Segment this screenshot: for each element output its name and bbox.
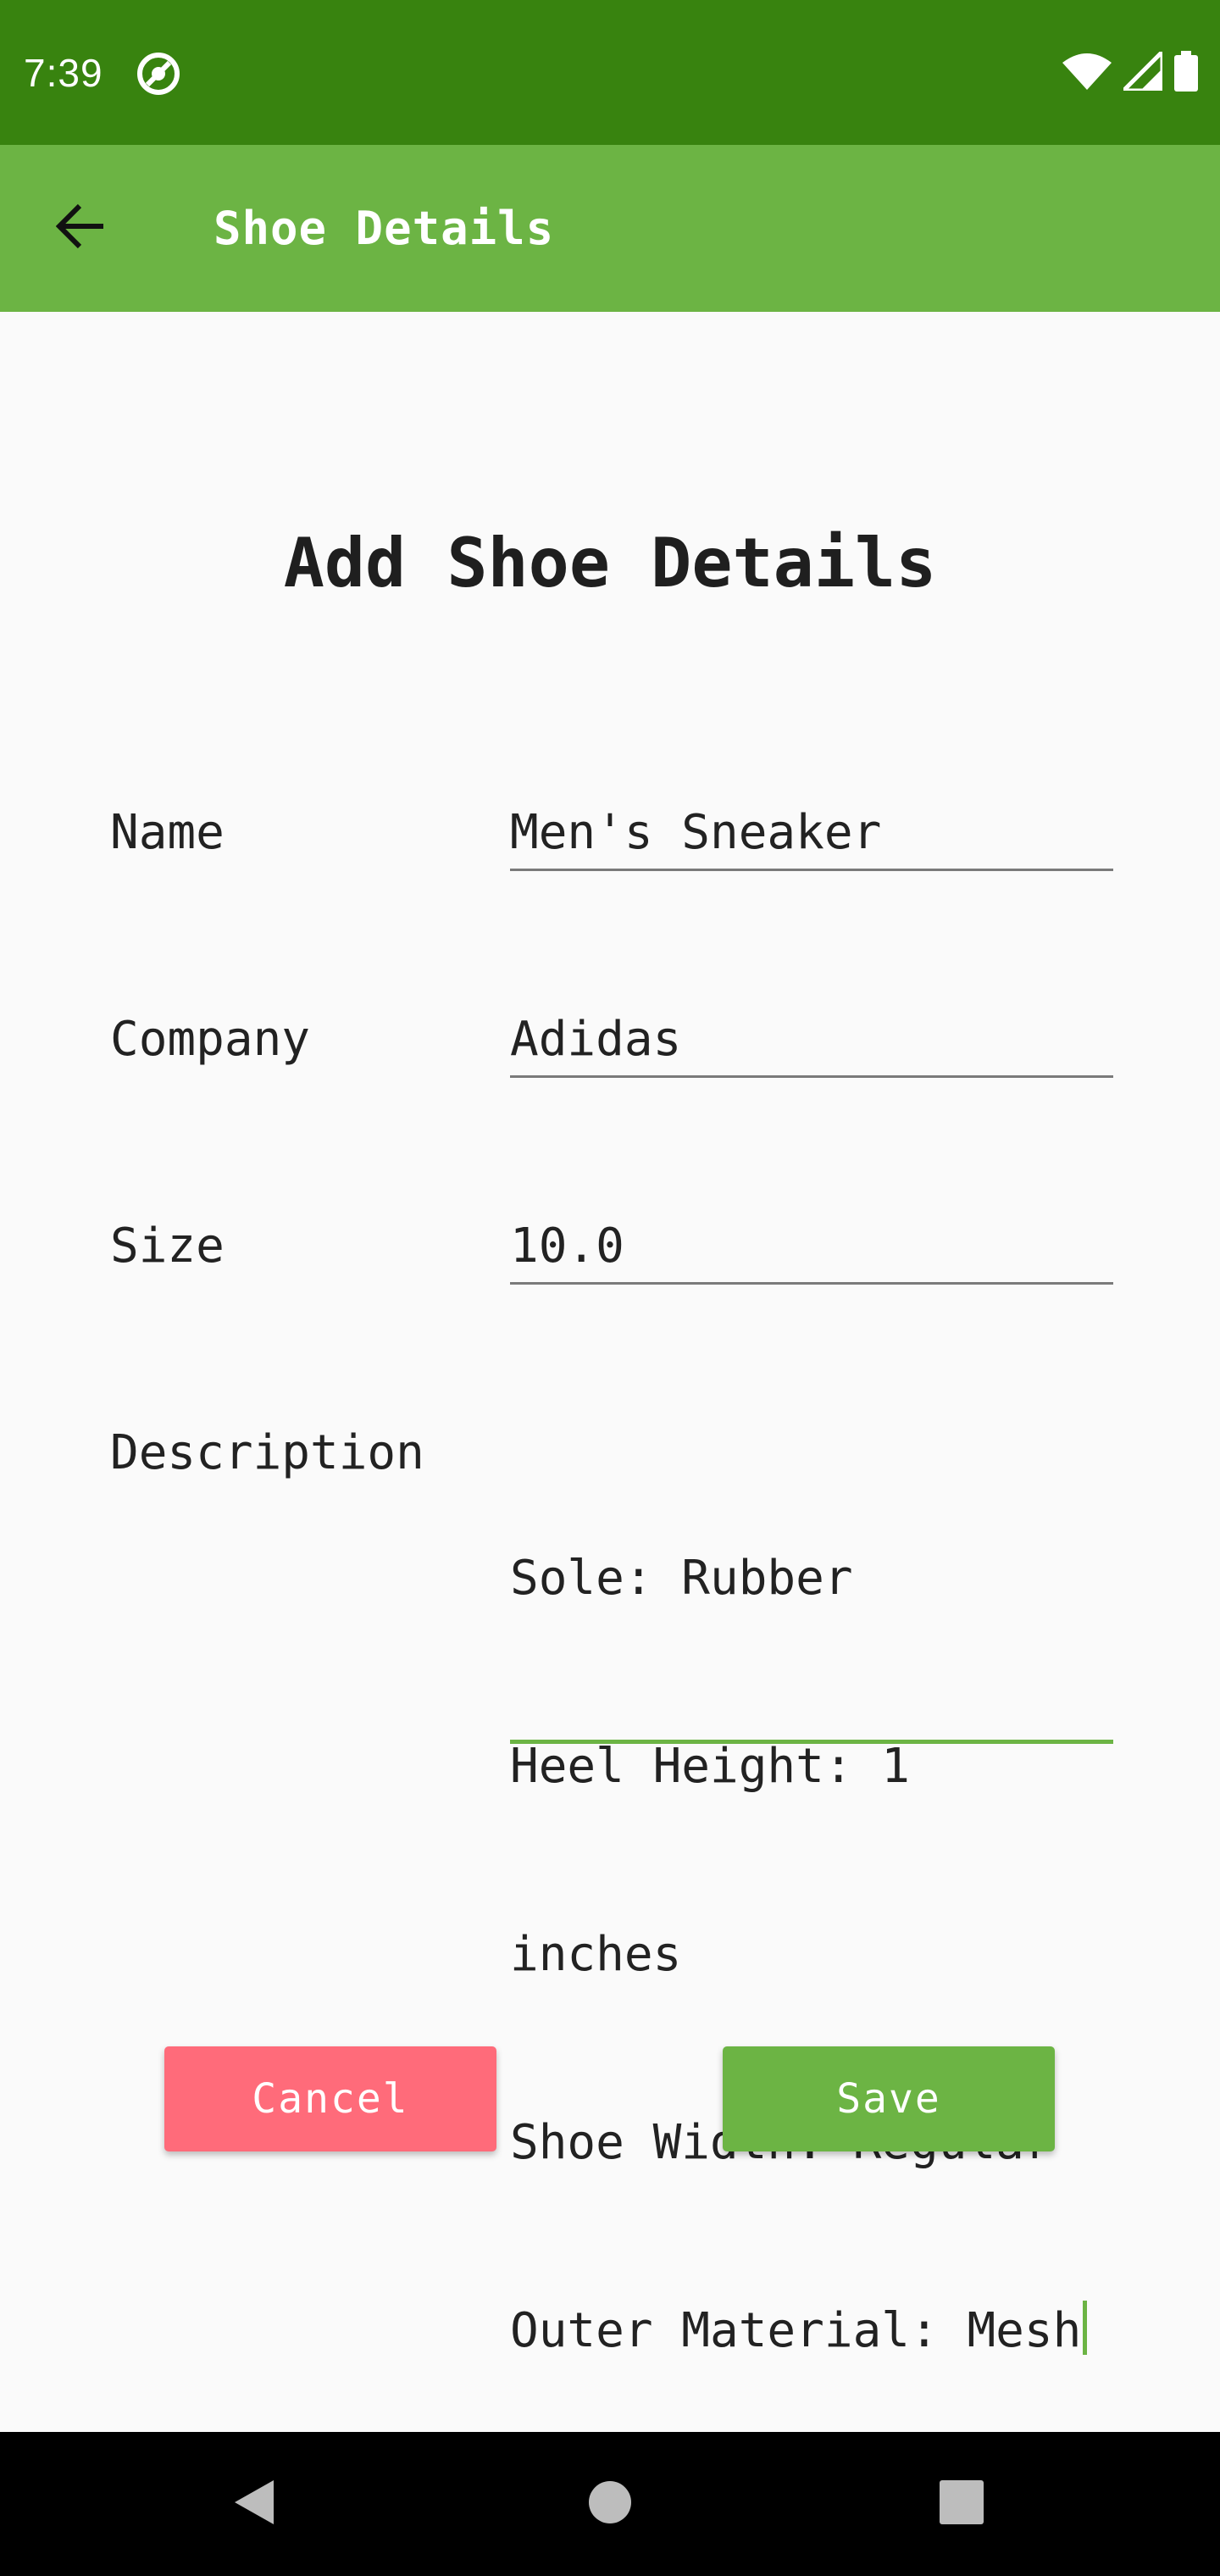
description-input-underline: [510, 1740, 1113, 1744]
nav-recents-button[interactable]: [923, 2466, 1000, 2542]
company-input[interactable]: Adidas: [510, 1008, 1113, 1071]
app-bar-title: Shoe Details: [214, 202, 555, 255]
status-time: 7:39: [24, 51, 103, 95]
size-input-underline: [510, 1282, 1113, 1285]
size-input[interactable]: 10.0: [510, 1215, 1113, 1278]
nav-back-button[interactable]: [216, 2466, 292, 2542]
description-label: Description: [110, 1425, 424, 1480]
name-input-underline: [510, 869, 1113, 871]
company-label: Company: [110, 1012, 311, 1067]
description-line: Outer Material: Mesh: [510, 2303, 1082, 2358]
text-cursor: [1083, 2301, 1088, 2355]
app-bar: Shoe Details: [0, 145, 1220, 312]
nav-home-button[interactable]: [572, 2466, 648, 2542]
description-line: Heel Height: 1: [510, 1739, 911, 1794]
signal-icon: [1117, 46, 1165, 94]
add-shoe-screen: 7:39 Shoe Details Add Shoe Details Name …: [0, 0, 1220, 2576]
nav-recents-icon: [939, 2479, 984, 2529]
description-line-last: Outer Material: Mesh: [510, 2300, 1113, 2362]
cancel-button[interactable]: Cancel: [164, 2046, 496, 2151]
description-line: Sole: Rubber: [510, 1551, 853, 1606]
description-line: inches: [510, 1927, 682, 1982]
size-label: Size: [110, 1219, 225, 1274]
app-notification-icon: [136, 51, 181, 97]
description-input[interactable]: Sole: Rubber Heel Height: 1 inches Shoe …: [510, 1422, 1113, 2488]
company-input-underline: [510, 1075, 1113, 1078]
wifi-icon: [1062, 53, 1112, 93]
back-arrow-icon: [55, 203, 107, 253]
page-title: Add Shoe Details: [283, 524, 937, 602]
status-icons: [1062, 46, 1198, 97]
save-button[interactable]: Save: [723, 2046, 1055, 2151]
battery-icon: [1174, 51, 1198, 95]
back-button[interactable]: [42, 189, 120, 267]
nav-back-icon: [231, 2477, 277, 2531]
status-bar: 7:39: [0, 0, 1220, 145]
system-nav-bar: [0, 2432, 1220, 2576]
name-label: Name: [110, 805, 225, 860]
name-input[interactable]: Men's Sneaker: [510, 802, 1113, 864]
nav-home-icon: [587, 2479, 633, 2529]
